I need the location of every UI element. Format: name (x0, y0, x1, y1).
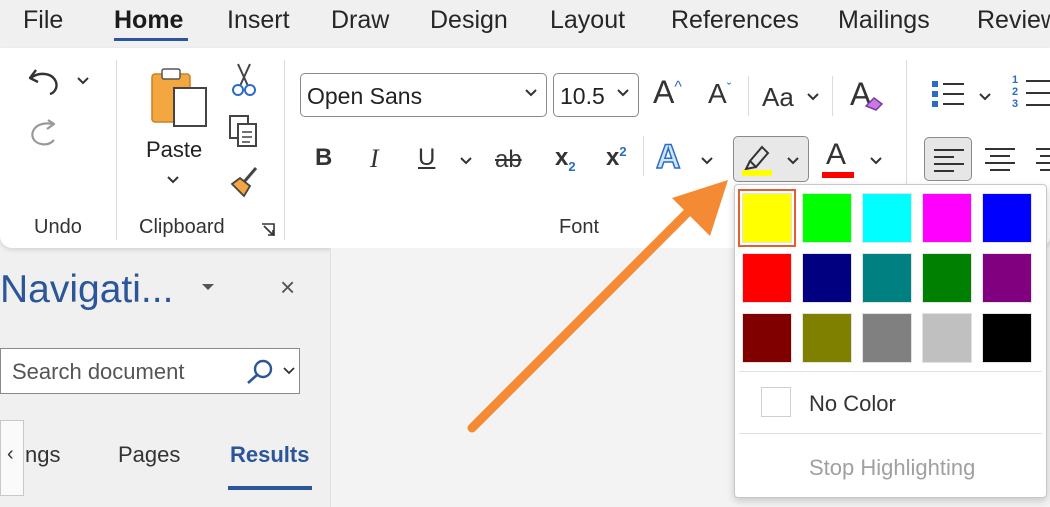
clipboard-dialog-launcher-icon[interactable] (260, 222, 276, 238)
chevron-down-icon (617, 89, 629, 97)
tab-review[interactable]: Review (977, 6, 1050, 35)
color-swatch[interactable] (922, 193, 972, 243)
chevron-down-icon (787, 157, 799, 165)
tab-draw[interactable]: Draw (331, 6, 389, 35)
tab-mailings[interactable]: Mailings (838, 6, 930, 35)
color-swatch[interactable] (982, 313, 1032, 363)
search-document-input[interactable]: Search document (0, 348, 300, 394)
grow-font-button[interactable]: A^ (653, 74, 682, 111)
separator (643, 136, 644, 176)
scroll-tabs-left-button[interactable]: ‹ (0, 420, 24, 496)
separator (116, 60, 117, 240)
color-swatch[interactable] (742, 313, 792, 363)
active-tab-indicator (114, 38, 188, 41)
pane-options-chevron-icon[interactable] (201, 282, 215, 292)
format-painter-icon[interactable] (228, 164, 262, 198)
ribbon-tabs: File Home Insert Draw Design Layout Refe… (0, 0, 1050, 46)
tab-insert[interactable]: Insert (227, 6, 290, 35)
stop-highlighting-option[interactable]: Stop Highlighting (809, 455, 975, 481)
align-right-icon[interactable] (1036, 147, 1050, 171)
numbering-icon (1026, 80, 1050, 106)
align-left-icon (934, 149, 964, 172)
annotation-arrow (467, 180, 728, 433)
text-effects-chevron-down-icon[interactable] (700, 156, 714, 166)
tab-file[interactable]: File (23, 6, 63, 35)
shrink-font-button[interactable]: Aˇ (708, 78, 731, 110)
tab-pages[interactable]: Pages (118, 442, 180, 468)
tab-design[interactable]: Design (430, 6, 508, 35)
bullets-icon[interactable] (930, 78, 966, 110)
highlighter-icon (742, 145, 772, 176)
tab-headings[interactable]: ngs (25, 442, 60, 468)
search-placeholder: Search document (12, 359, 185, 384)
no-color-option[interactable]: No Color (809, 391, 896, 417)
color-swatch[interactable] (922, 253, 972, 303)
separator (284, 60, 285, 240)
no-color-swatch[interactable] (761, 387, 791, 417)
paste-chevron-down-icon[interactable] (166, 175, 180, 185)
color-swatch[interactable] (742, 253, 792, 303)
color-swatch[interactable] (802, 253, 852, 303)
navigation-pane-title: Navigati... (0, 268, 174, 311)
align-left-button[interactable] (924, 137, 972, 181)
separator (748, 76, 749, 116)
font-name-dropdown[interactable]: Open Sans (300, 73, 547, 117)
color-swatch[interactable] (922, 313, 972, 363)
color-swatch[interactable] (738, 189, 796, 247)
bullets-chevron-down-icon[interactable] (978, 92, 992, 102)
redo-icon[interactable] (26, 114, 62, 150)
paste-icon[interactable] (148, 66, 210, 128)
search-icon[interactable] (245, 359, 275, 385)
font-size-value: 10.5 (560, 83, 605, 109)
eraser-icon (864, 97, 884, 111)
undo-group-label: Undo (34, 216, 82, 238)
change-case-button[interactable]: Aa (762, 82, 794, 113)
color-swatch[interactable] (862, 193, 912, 243)
strikethrough-button[interactable]: ab (495, 146, 522, 174)
bold-button[interactable]: B (315, 144, 332, 172)
change-case-chevron-down-icon[interactable] (806, 92, 820, 102)
search-chevron-down-icon[interactable] (283, 367, 295, 375)
tab-results[interactable]: Results (230, 442, 309, 468)
text-highlight-color-button[interactable] (733, 136, 809, 182)
color-swatch[interactable] (802, 193, 852, 243)
font-name-value: Open Sans (307, 83, 423, 109)
tab-references[interactable]: References (671, 6, 799, 35)
highlight-color-menu: No Color Stop Highlighting (734, 184, 1047, 498)
superscript-button[interactable]: x2 (606, 144, 627, 172)
cut-icon[interactable] (230, 62, 258, 98)
font-size-dropdown[interactable]: 10.5 (553, 73, 639, 117)
divider (739, 371, 1042, 372)
paste-label[interactable]: Paste (146, 137, 202, 163)
tab-home[interactable]: Home (114, 6, 183, 35)
subscript-button[interactable]: x2 (555, 144, 576, 174)
clear-formatting-button[interactable]: A (850, 76, 884, 113)
font-color-bar (822, 172, 854, 178)
text-effects-button[interactable]: A (655, 137, 681, 177)
numbering-button[interactable]: 1 2 3 (1012, 74, 1050, 114)
divider (739, 433, 1042, 434)
tab-layout[interactable]: Layout (550, 6, 625, 35)
italic-button[interactable]: I (370, 144, 379, 174)
underline-button[interactable]: U (418, 144, 435, 172)
color-swatch[interactable] (802, 313, 852, 363)
active-nav-tab-indicator (228, 486, 312, 490)
separator (832, 76, 833, 116)
color-swatch[interactable] (862, 313, 912, 363)
clipboard-group-label: Clipboard (139, 216, 225, 238)
underline-chevron-down-icon[interactable] (459, 156, 473, 166)
undo-chevron-down-icon[interactable] (76, 76, 90, 86)
close-pane-icon[interactable]: × (280, 272, 295, 303)
undo-icon[interactable] (26, 62, 62, 98)
chevron-down-icon (525, 89, 537, 97)
font-color-chevron-down-icon[interactable] (869, 156, 883, 166)
font-color-button[interactable]: A (822, 138, 854, 178)
color-swatch[interactable] (862, 253, 912, 303)
color-swatch[interactable] (982, 193, 1032, 243)
align-center-icon[interactable] (985, 147, 1015, 171)
color-swatch[interactable] (982, 253, 1032, 303)
copy-icon[interactable] (228, 114, 260, 148)
